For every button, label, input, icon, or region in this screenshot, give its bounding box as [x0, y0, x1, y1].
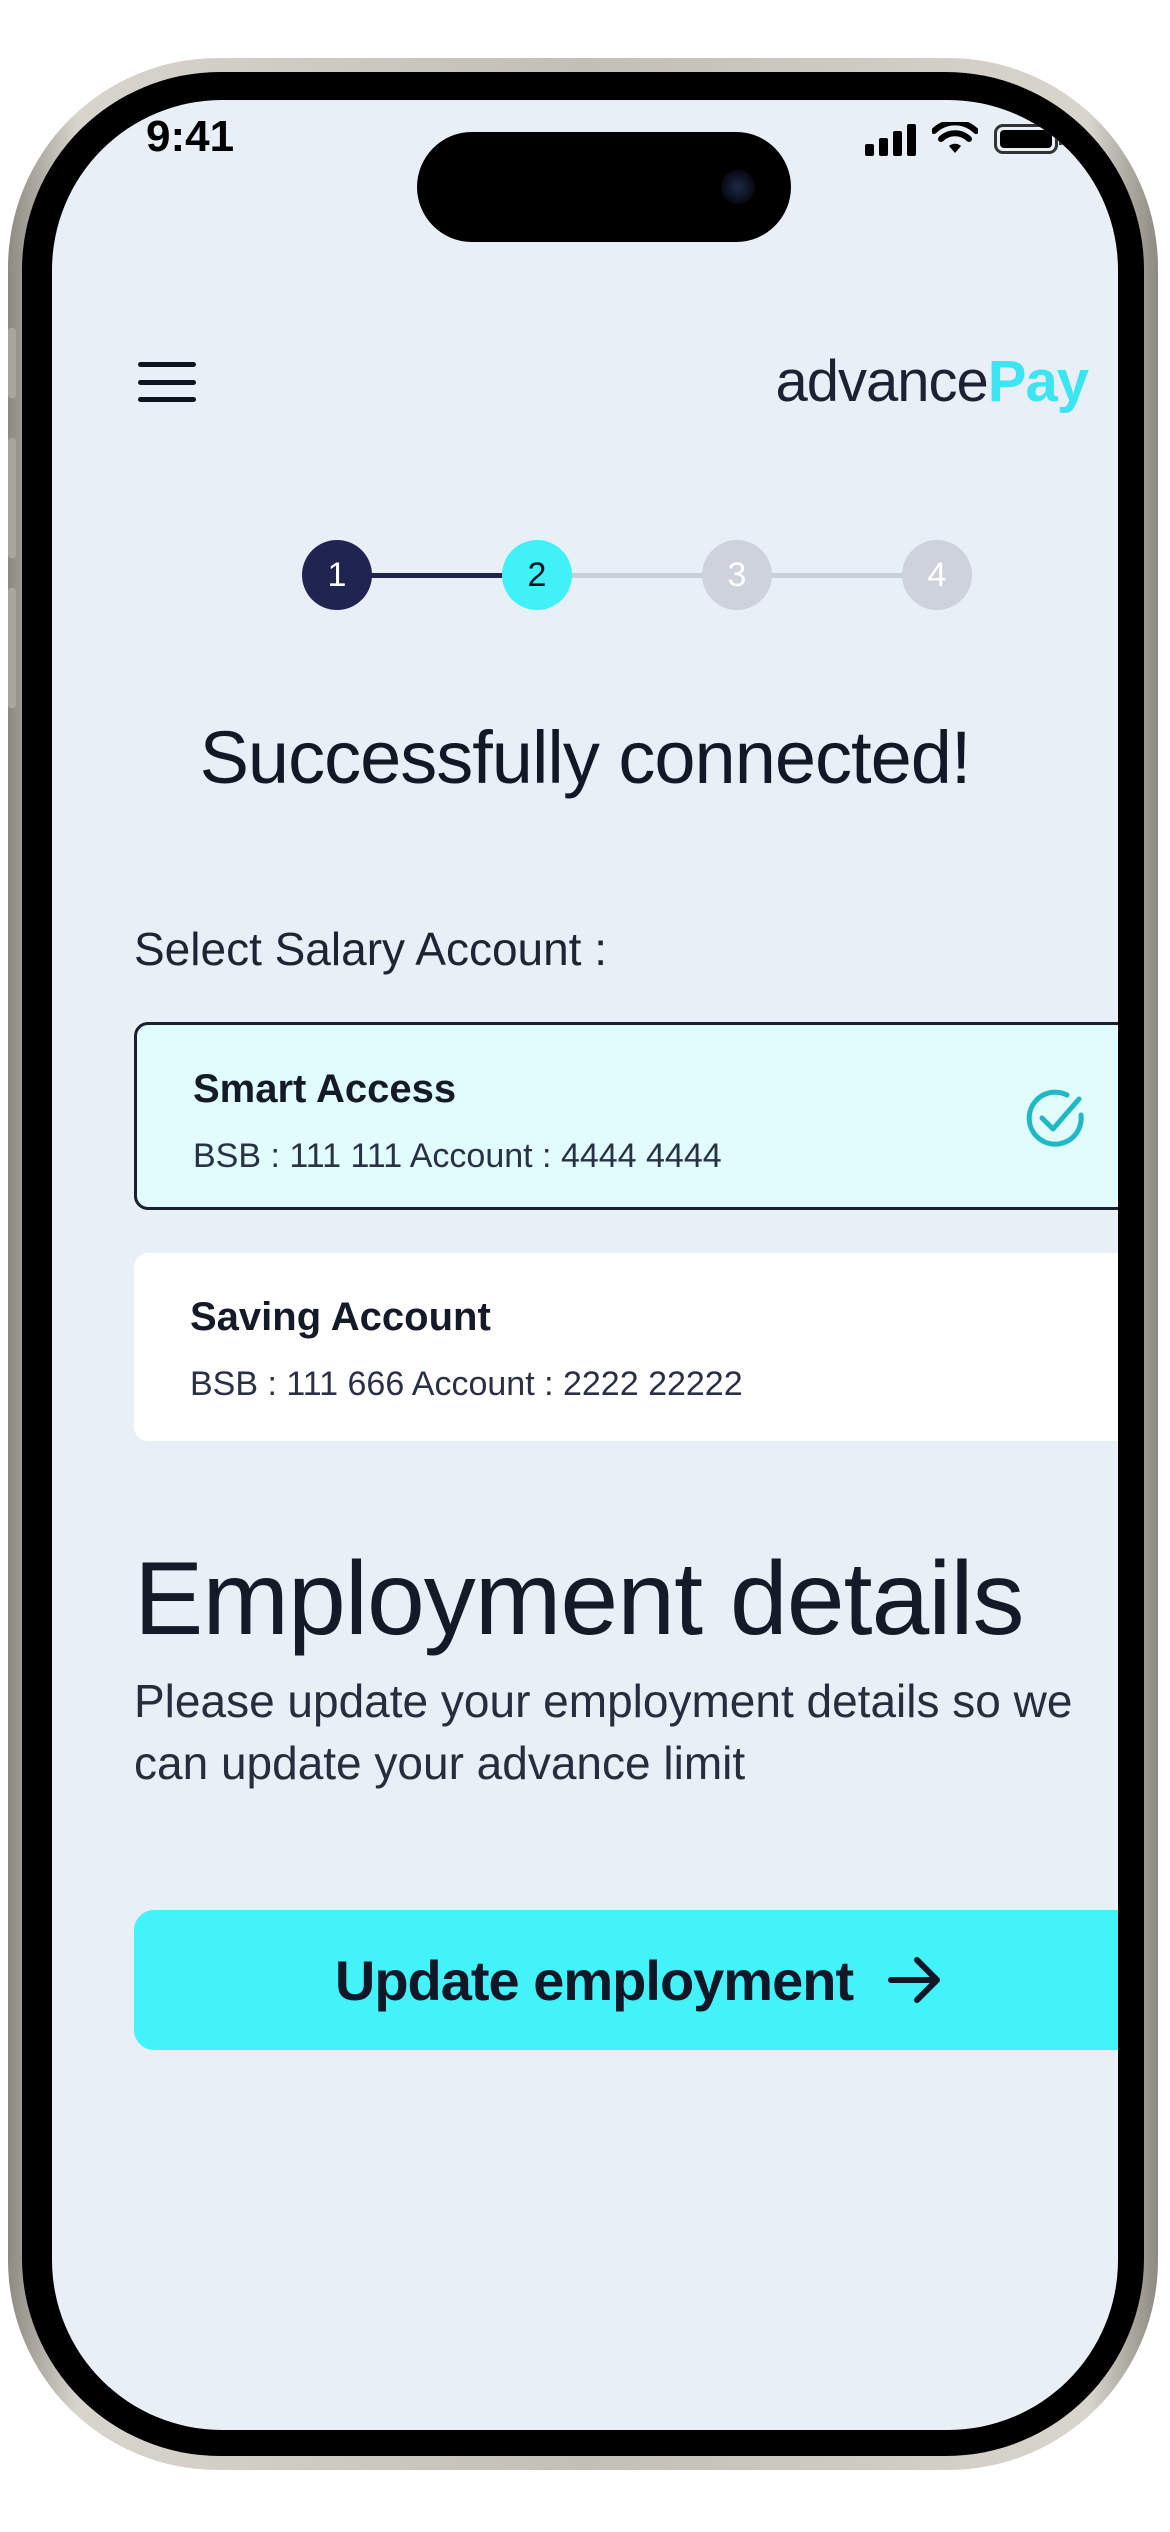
camera-icon	[721, 170, 755, 204]
account-details: BSB : 111 111 Account : 4444 4444	[193, 1137, 722, 1175]
step-2: 2	[502, 540, 572, 610]
logo-pay: Pay	[987, 349, 1089, 414]
app-header: advancePay	[52, 330, 1118, 414]
logo-advance: advance	[775, 349, 989, 414]
step-4: 4	[902, 540, 972, 610]
advancepay-logo: advancePay	[775, 348, 1090, 415]
employment-details-description: Please update your employment details so…	[134, 1675, 1073, 1789]
account-details: BSB : 111 666 Account : 2222 22222	[190, 1365, 743, 1403]
volume-up-button	[8, 438, 16, 558]
check-circle-icon	[1026, 1089, 1084, 1147]
battery-icon	[994, 124, 1063, 154]
employment-details-heading: Employment details	[134, 1541, 1025, 1657]
volume-down-button	[8, 588, 16, 708]
arrow-right-icon	[888, 1957, 941, 2003]
status-icons	[865, 122, 1063, 156]
page-title: Successfully connected!	[199, 716, 972, 799]
account-card-smart-access[interactable]: Smart Access BSB : 111 111 Account : 444…	[134, 1022, 1118, 1210]
update-employment-label: Update employment	[334, 1948, 854, 2012]
status-time: 9:41	[146, 112, 235, 161]
update-employment-button[interactable]: Update employment	[134, 1910, 1118, 2050]
step-3: 3	[702, 540, 772, 610]
step-1: 1	[302, 540, 372, 610]
cellular-signal-icon	[865, 122, 916, 156]
account-name: Saving Account	[190, 1295, 491, 1339]
select-salary-account-label: Select Salary Account :	[134, 923, 608, 975]
status-bar: 9:41	[52, 100, 1118, 242]
account-name: Smart Access	[193, 1067, 457, 1111]
account-card-saving-account[interactable]: Saving Account BSB : 111 666 Account : 2…	[134, 1253, 1118, 1441]
progress-stepper: 1 2 3 4	[302, 540, 972, 610]
wifi-icon	[932, 122, 978, 153]
app-screen: 9:41 advancePay 1 2 3 4 Successfully con…	[52, 100, 1118, 2430]
side-button	[8, 328, 16, 398]
hamburger-menu-icon[interactable]	[138, 362, 196, 402]
dynamic-island	[417, 132, 791, 242]
